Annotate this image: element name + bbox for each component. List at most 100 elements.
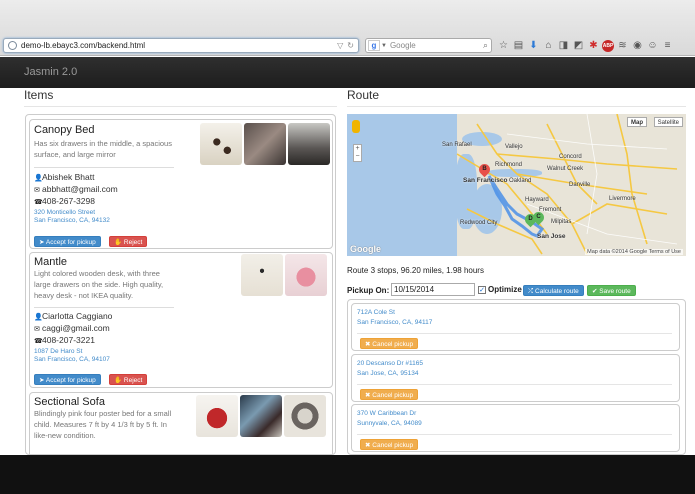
search-input[interactable]: Google [390,41,483,50]
street-view-pegman-icon[interactable] [352,120,360,133]
route-stop: 712A Cole St San Francisco, CA, 94117 ✖ … [351,303,680,351]
stop-address-line1[interactable]: 20 Descanso Dr #1165 [357,360,423,367]
calculate-route-button[interactable]: ⤮ Calculate route [523,285,584,296]
items-list[interactable]: Canopy Bed Has six drawers in the middle… [25,114,336,455]
item-photo[interactable] [284,395,326,437]
map-label: Hayward [525,197,549,203]
item-photo[interactable] [196,395,238,437]
item-thumbnails [196,395,326,437]
search-icon[interactable]: ⌕ [483,40,488,51]
route-stop: 370 W Caribbean Dr Sunnyvale, CA, 94089 … [351,404,680,452]
adblock-icon[interactable]: ABP [602,40,614,52]
send-icon: ➤ [39,239,46,246]
optimize-label: Optimize [488,285,522,294]
reject-button[interactable]: ✋ Reject [109,236,148,247]
stop-divider [357,333,672,334]
map-label: San Jose [537,233,566,240]
search-engine-icon[interactable]: g [368,40,380,51]
optimize-option[interactable]: ✓ Optimize [478,285,522,294]
map-label: Vallejo [505,144,523,150]
user-icon[interactable]: ☺ [646,39,659,52]
reject-button[interactable]: ✋ Reject [109,374,148,385]
route-stops-list[interactable]: 712A Cole St San Francisco, CA, 94117 ✖ … [347,299,686,455]
map-label: San Francisco [463,177,508,184]
map-type-satellite-button[interactable]: Satellite [653,117,683,127]
dropdown-arrow-icon[interactable]: ▽ [337,41,343,50]
cancel-pickup-button[interactable]: ✖ Cancel pickup [360,389,419,400]
route-heading: Route [347,88,380,102]
stop-address-line1[interactable]: 370 W Caribbean Dr [357,410,416,417]
pickup-date-input[interactable]: 10/15/2014 [391,283,475,296]
app-navbar: Jasmin 2.0 [0,57,695,88]
cancel-pickup-button[interactable]: ✖ Cancel pickup [360,338,419,349]
map-label: Concord [559,154,582,160]
bookmark-star-icon[interactable]: ☆ [497,39,510,52]
app-brand[interactable]: Jasmin 2.0 [24,66,77,78]
zoom-control[interactable]: + − [353,144,362,162]
zoom-out-icon[interactable]: − [354,153,361,161]
route-stop: 20 Descanso Dr #1165 San Jose, CA, 95134… [351,354,680,402]
bookmarks-icon[interactable]: ▤ [512,39,525,52]
stop-address-line2[interactable]: San Francisco, CA, 94117 [357,319,432,326]
stop-address-line2[interactable]: San Jose, CA, 95134 [357,370,418,377]
stop-address-line1[interactable]: 712A Cole St [357,309,395,316]
item-photo[interactable] [288,123,330,165]
item-photo[interactable] [244,123,286,165]
stop-address-line2[interactable]: Sunnyvale, CA, 94089 [357,420,422,427]
search-bar[interactable]: g ▼ Google ⌕ [365,38,492,53]
route-map[interactable]: + − Map Satellite San Rafael Vallejo Conc… [347,114,686,256]
map-attribution[interactable]: Map data ©2014 Google Terms of Use [585,249,683,255]
menu-icon[interactable]: ≡ [661,39,674,52]
zoom-in-icon[interactable]: + [354,145,361,153]
search-engine-dropdown-icon[interactable]: ▼ [381,43,387,49]
url-bar[interactable]: demo-lb.ebayc3.com/backend.html ▽ ↻ [3,38,359,53]
google-logo[interactable]: Google [350,244,381,254]
map-label: Redwood City [460,220,498,226]
route-heading-divider [347,106,686,107]
phone-icon: ☎ [34,338,43,345]
item-divider [34,307,174,308]
url-text[interactable]: demo-lb.ebayc3.com/backend.html [21,41,337,50]
accept-pickup-button[interactable]: ➤ Accept for pickup [34,236,101,247]
item-address-line2[interactable]: San Francisco, CA, 94132 [34,216,110,225]
accept-pickup-button[interactable]: ➤ Accept for pickup [34,374,101,385]
chat-icon[interactable]: ◉ [631,39,644,52]
item-photo[interactable] [241,254,283,296]
map-label: Livermore [609,196,636,202]
thumbs-down-icon: ✋ [114,239,124,246]
extension-icon[interactable]: ◩ [572,39,585,52]
user-icon: 👤 [34,314,43,321]
stop-divider [357,384,672,385]
map-label: Oakland [509,178,532,184]
item-address-line2[interactable]: San Francisco, CA, 94107 [34,355,110,364]
cancel-pickup-button[interactable]: ✖ Cancel pickup [360,439,419,450]
download-icon[interactable]: ⬇ [527,39,540,52]
phone-icon: ☎ [34,199,43,206]
map-roads [456,114,678,255]
items-heading: Items [24,88,54,102]
pocket-icon[interactable]: ◨ [557,39,570,52]
reload-icon[interactable]: ↻ [347,41,354,50]
item-contact-name: 👤Abishek Bhatt [34,172,94,185]
item-photo[interactable] [240,395,282,437]
shuffle-icon: ⤮ [528,288,536,295]
item-photo[interactable] [285,254,327,296]
item-card: Sectional Sofa Blindingly pink four post… [29,392,333,454]
item-photo[interactable] [200,123,242,165]
thumbs-down-icon: ✋ [114,377,124,384]
route-marker[interactable]: C [530,209,547,226]
home-icon[interactable]: ⌂ [542,39,555,52]
layers-icon[interactable]: ≋ [616,39,629,52]
lastpass-icon[interactable]: ✱ [587,39,600,52]
map-label: Milpitas [551,219,572,225]
user-icon: 👤 [34,175,43,182]
items-heading-divider [24,106,337,107]
route-marker[interactable]: B [476,161,493,178]
save-route-button[interactable]: ✔ Save route [587,285,636,296]
optimize-checkbox[interactable]: ✓ [478,285,486,294]
pickup-date-label: Pickup On: [347,286,390,295]
globe-icon [8,41,17,50]
item-description: Blindingly pink four poster bed for a sm… [34,409,172,440]
map-type-map-button[interactable]: Map [627,117,647,127]
item-thumbnails [241,254,327,296]
